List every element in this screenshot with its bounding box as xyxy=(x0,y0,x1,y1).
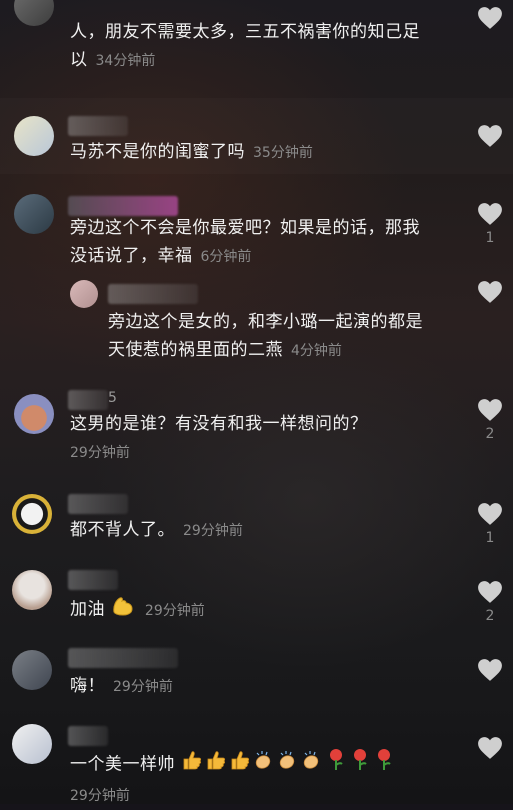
like-button[interactable] xyxy=(477,280,503,304)
comment-text: 一个美一样帅 29分钟前 xyxy=(70,748,490,810)
comment-item[interactable]: 都不背人了。 29分钟前 1 xyxy=(0,486,513,556)
clapping-hands-emoji xyxy=(253,749,275,780)
comment-time: 29分钟前 xyxy=(113,679,173,695)
comment-item[interactable]: 马苏不是你的闺蜜了吗 35分钟前 xyxy=(0,98,513,174)
clapping-hands-emoji xyxy=(277,749,299,780)
like-button[interactable]: 1 xyxy=(477,502,503,546)
comment-item[interactable]: 加油 29分钟前 2 xyxy=(0,566,513,636)
comment-time: 29分钟前 xyxy=(70,445,130,461)
comment-time: 29分钟前 xyxy=(183,523,243,539)
username-redacted[interactable] xyxy=(68,196,178,216)
comment-time: 34分钟前 xyxy=(95,53,156,69)
avatar[interactable] xyxy=(14,0,54,26)
like-button[interactable] xyxy=(477,6,503,30)
like-count: 1 xyxy=(485,230,495,246)
heart-icon xyxy=(478,203,502,225)
thumbs-up-emoji xyxy=(181,749,203,780)
comment-item[interactable]: 一个美一样帅 29分钟前 xyxy=(0,722,513,804)
username-redacted[interactable] xyxy=(68,116,128,136)
comment-text: 旁边这个是女的，和李小璐一起演的都是 天使惹的祸里面的二燕 4分钟前 xyxy=(108,312,423,360)
avatar[interactable] xyxy=(12,650,52,690)
clapping-hands-emoji xyxy=(301,749,323,780)
avatar[interactable] xyxy=(70,280,98,308)
comment-text: 加油 29分钟前 xyxy=(70,594,470,625)
thumbs-up-emoji xyxy=(205,749,227,780)
heart-icon xyxy=(478,737,502,759)
like-button[interactable]: 1 xyxy=(477,202,503,246)
flexed-biceps-emoji xyxy=(111,594,135,625)
avatar[interactable] xyxy=(12,570,52,610)
username-redacted[interactable] xyxy=(108,284,198,304)
comment-item[interactable]: 人，朋友不需要太多，三五不祸害你的知己足 以 34分钟前 xyxy=(0,0,513,96)
username-redacted[interactable] xyxy=(68,390,108,410)
heart-icon xyxy=(478,503,502,525)
comment-time: 35分钟前 xyxy=(253,145,313,161)
like-count: 2 xyxy=(485,426,495,442)
username-redacted[interactable] xyxy=(68,494,128,514)
comment-time: 6分钟前 xyxy=(200,249,252,265)
heart-icon xyxy=(478,581,502,603)
like-button[interactable] xyxy=(477,736,503,760)
comment-time: 4分钟前 xyxy=(291,343,342,359)
like-button[interactable] xyxy=(477,658,503,682)
rose-emoji xyxy=(325,748,347,781)
avatar[interactable] xyxy=(14,394,54,434)
thumbs-up-emoji xyxy=(229,749,251,780)
comment-text: 这男的是谁？有没有和我一样想问的？ 29分钟前 xyxy=(70,414,368,461)
like-count: 1 xyxy=(485,530,495,546)
like-button[interactable]: 2 xyxy=(477,398,503,442)
comment-time: 29分钟前 xyxy=(70,788,130,804)
username-fragment: 5 xyxy=(108,390,117,406)
comment-item[interactable]: 旁边这个不会是你最爱吧？如果是的话，那我 没话说了，幸福 6分钟前 1 xyxy=(0,186,513,276)
username-redacted[interactable] xyxy=(68,726,108,746)
like-button[interactable] xyxy=(477,124,503,148)
heart-icon xyxy=(478,399,502,421)
like-button[interactable]: 2 xyxy=(477,580,503,624)
comment-text: 嗨！ 29分钟前 xyxy=(70,676,173,696)
avatar[interactable] xyxy=(14,116,54,156)
avatar[interactable] xyxy=(12,724,52,764)
comment-text: 旁边这个不会是你最爱吧？如果是的话，那我 没话说了，幸福 6分钟前 xyxy=(70,218,420,266)
avatar[interactable] xyxy=(14,194,54,234)
heart-icon xyxy=(478,125,502,147)
comment-time: 29分钟前 xyxy=(144,602,205,619)
comment-item[interactable]: 嗨！ 29分钟前 xyxy=(0,646,513,714)
comment-text: 马苏不是你的闺蜜了吗 35分钟前 xyxy=(70,142,313,162)
comment-item[interactable]: 5 这男的是谁？有没有和我一样想问的？ 29分钟前 2 xyxy=(0,382,513,472)
like-count: 2 xyxy=(485,608,495,624)
avatar[interactable] xyxy=(12,494,52,534)
comment-text: 都不背人了。 29分钟前 xyxy=(70,520,243,540)
heart-icon xyxy=(478,659,502,681)
username-redacted[interactable] xyxy=(68,570,118,590)
rose-emoji xyxy=(373,748,395,781)
heart-icon xyxy=(478,281,502,303)
rose-emoji xyxy=(349,748,371,781)
comment-text: 人，朋友不需要太多，三五不祸害你的知己足 以 34分钟前 xyxy=(70,22,420,70)
username-redacted[interactable] xyxy=(68,648,178,668)
reply-item[interactable]: 旁边这个是女的，和李小璐一起演的都是 天使惹的祸里面的二燕 4分钟前 xyxy=(0,276,513,360)
heart-icon xyxy=(478,7,502,29)
